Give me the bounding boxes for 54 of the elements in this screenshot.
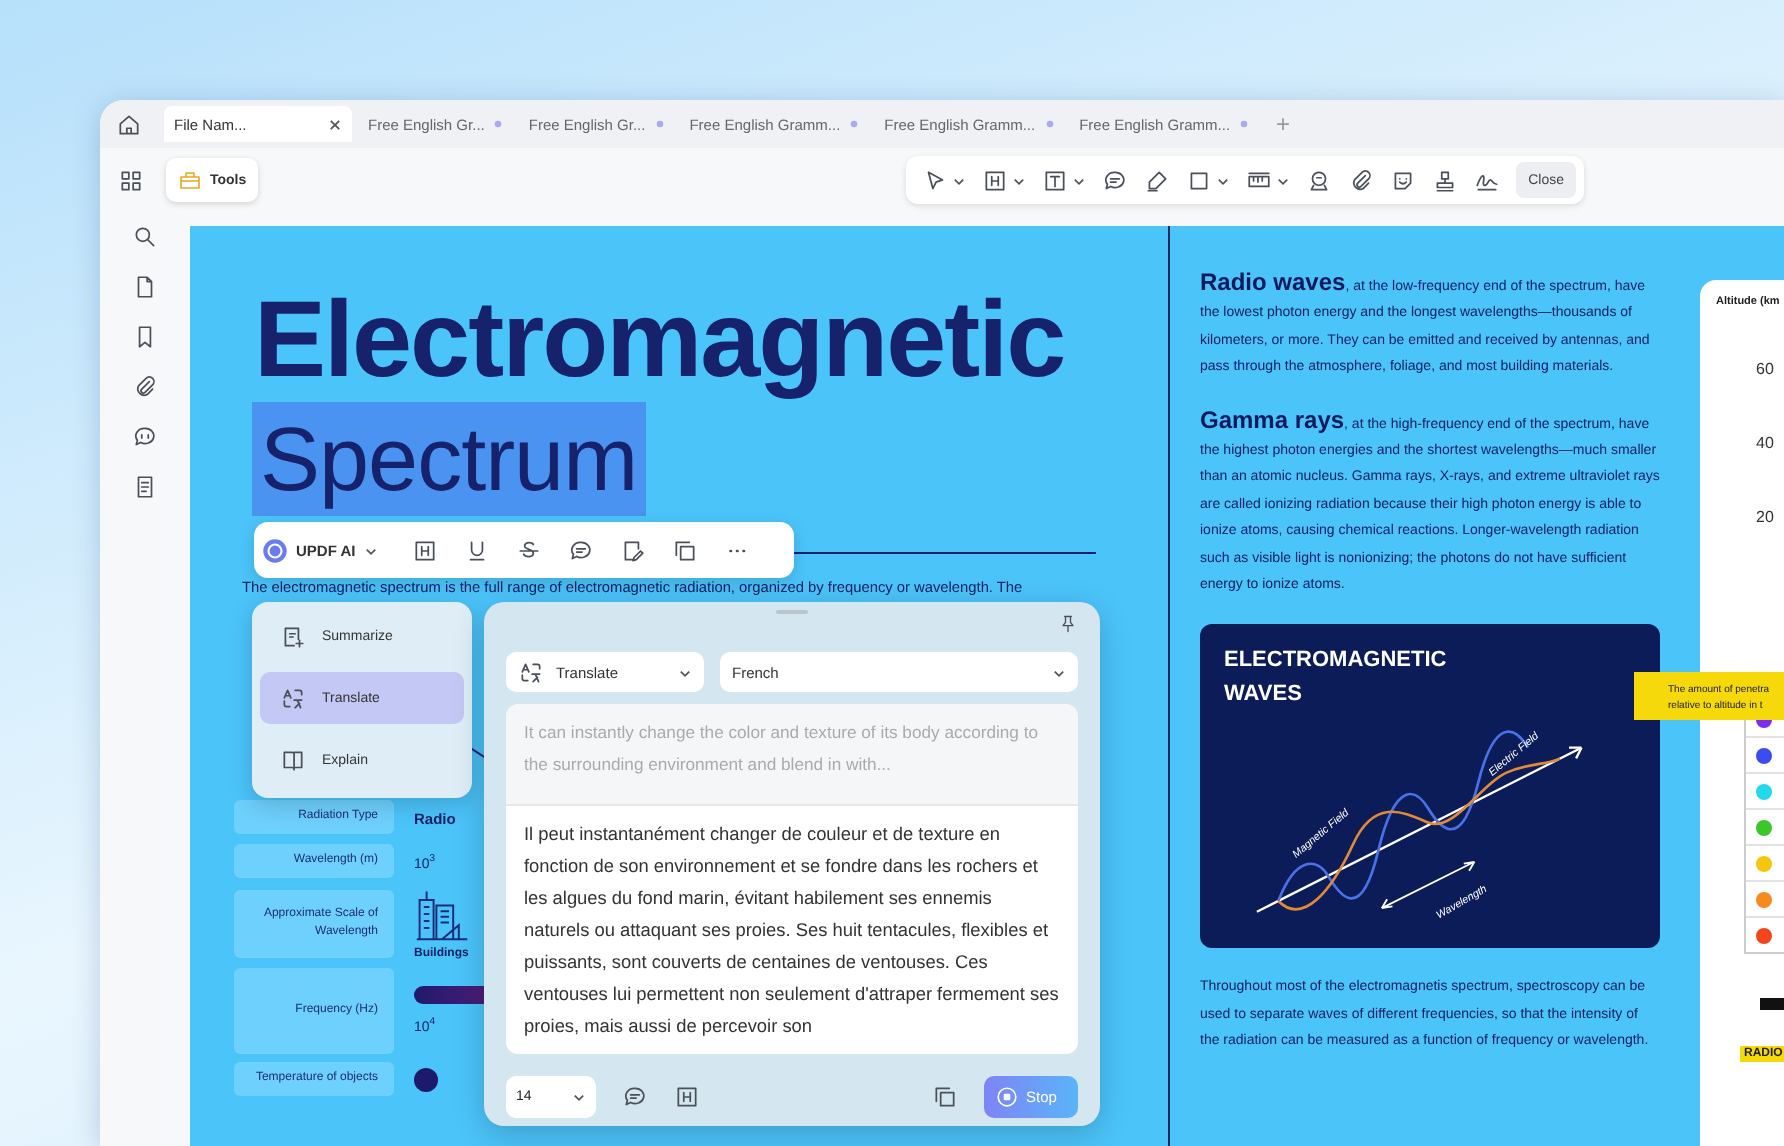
- form-icon[interactable]: [132, 474, 158, 500]
- seal-icon[interactable]: [1306, 167, 1333, 193]
- temperature-dot: [414, 1067, 438, 1091]
- translate-icon: [280, 685, 306, 711]
- document-title: Electromagnetic: [254, 286, 1067, 394]
- summarize-icon: [280, 623, 306, 649]
- caret-icon: [572, 1090, 586, 1104]
- comment-icon[interactable]: [622, 1084, 648, 1110]
- stamp-icon[interactable]: [1432, 167, 1459, 193]
- caret-icon[interactable]: [1072, 173, 1087, 187]
- translate-icon: [518, 659, 544, 685]
- paperclip-icon[interactable]: [132, 374, 158, 400]
- comment-icon[interactable]: [1102, 167, 1129, 193]
- buildings-icon: [414, 886, 470, 942]
- stop-icon: [996, 1086, 1018, 1108]
- close-icon[interactable]: [328, 117, 342, 131]
- axis-tick: 60: [1756, 360, 1776, 378]
- page-icon[interactable]: [132, 274, 158, 300]
- heading-icon[interactable]: [982, 167, 1009, 193]
- ruler-icon[interactable]: [1246, 167, 1273, 193]
- explain-icon: [280, 747, 306, 773]
- card-title: ELECTROMAGNETIC WAVES: [1224, 646, 1449, 711]
- ai-logo-icon: [262, 537, 288, 563]
- heading-icon[interactable]: [411, 537, 438, 563]
- caret-icon[interactable]: [1216, 173, 1231, 187]
- highlighter-icon[interactable]: [1144, 167, 1171, 193]
- caret-icon: [678, 665, 692, 679]
- caret-icon[interactable]: [1276, 173, 1291, 187]
- sticker-icon[interactable]: [1390, 167, 1417, 193]
- copy-icon[interactable]: [671, 537, 698, 563]
- text-box-icon[interactable]: [1042, 167, 1069, 193]
- search-icon[interactable]: [132, 224, 158, 250]
- copy-icon[interactable]: [932, 1084, 958, 1110]
- translation-text: Il peut instantanément changer de couleur et de texture en fonction de son environnement et se fondre dans les rochers et les algues du fond marin, évitant habilement ses ennemis naturels ou attaquant ses proies. Ses huit tentacules, flexibles et puissants, sont couverts de centaines de ventouses. Ces ventouses lui permettent non seulement d'attraper fermement ses proies, mais aussi de percevoir son: [506, 804, 1078, 1054]
- rectangle-icon[interactable]: [1186, 167, 1213, 193]
- edit-note-icon[interactable]: [619, 537, 646, 563]
- caret-icon: [363, 543, 378, 557]
- chat-icon[interactable]: [132, 424, 158, 450]
- document-subtitle: Spectrum: [252, 402, 646, 516]
- paperclip-icon[interactable]: [1348, 167, 1375, 193]
- thumbnails-icon[interactable]: [118, 167, 144, 193]
- pin-icon[interactable]: [1058, 614, 1078, 634]
- caret-icon: [1052, 665, 1066, 679]
- home-icon[interactable]: [116, 111, 142, 137]
- heading-icon[interactable]: [674, 1084, 700, 1110]
- source-text: It can instantly change the color and texture of its body according to the surrounding environment and blend in with...: [506, 704, 1078, 804]
- axis-tick: 20: [1756, 508, 1776, 526]
- toolbox-icon: [178, 168, 202, 192]
- comment-icon[interactable]: [567, 537, 594, 563]
- axis-tick: 40: [1756, 434, 1776, 452]
- caret-icon[interactable]: [1012, 173, 1027, 187]
- caret-icon[interactable]: [952, 173, 967, 187]
- pointer-icon[interactable]: [922, 167, 949, 193]
- strikethrough-icon[interactable]: [515, 537, 542, 563]
